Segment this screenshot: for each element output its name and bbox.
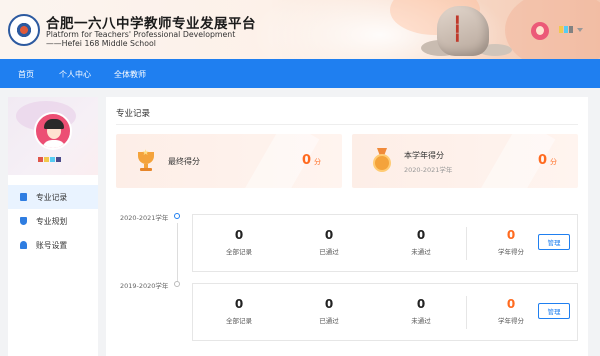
stat-year-score: 0 学年得分 [481,228,541,256]
divider [466,227,467,260]
stat-value: 0 [234,228,244,242]
score-sublabel: 2020-2021学年 [404,166,453,174]
nav-item-home[interactable]: 首页 [18,69,34,80]
year-record-card: 0 全部记录 0 已通过 0 未通过 0 学年得分 管理 [192,283,578,341]
timeline-year: 2020-2021学年 [120,214,169,222]
color-swatch [56,157,61,162]
stat-label: 学年得分 [498,248,524,256]
color-swatch [559,26,563,33]
stat-label: 全部记录 [226,248,252,256]
sidebar: 专业记录 专业规划 账号设置 [8,97,98,356]
year-record-card: 0 全部记录 0 已通过 0 未通过 0 学年得分 管理 [192,214,578,272]
stat-rejected: 0 未通过 [391,228,451,256]
header-banner: ▌ ▌ ▌ 合肥一六八中学教师专业发展平台 Platform for Teacher… [0,0,600,59]
stat-value: 0 [506,297,516,311]
top-nav: 首页 个人中心 全体教师 [0,59,600,88]
timeline-dot [174,281,180,287]
sidebar-item-professional-planning[interactable]: 专业规划 [8,209,98,233]
score-label: 本学年得分 [404,151,444,160]
timeline-dot [174,213,180,219]
color-swatch [564,26,568,33]
section-title: 专业记录 [116,109,151,119]
main-panel: 专业记录 ★ 最终得分 0 分 本学年得分 2020-2021学年 0 分 20… [106,97,588,356]
sidebar-item-label: 账号设置 [36,240,68,250]
nav-item-all-teachers[interactable]: 全体教师 [114,69,146,80]
final-score-card: ★ 最终得分 0 分 [116,134,342,188]
profile-header [8,97,98,175]
sidebar-menu: 专业记录 专业规划 账号设置 [8,185,98,257]
stat-approved: 0 已通过 [299,297,359,325]
shield-icon [20,217,27,225]
timeline-year: 2019-2020学年 [120,282,169,290]
banner-decoration [505,0,600,59]
stat-all-records: 0 全部记录 [209,297,269,325]
nav-item-personal-center[interactable]: 个人中心 [59,69,91,80]
banner-rock: ▌ ▌ ▌ [437,6,489,56]
sidebar-item-professional-records[interactable]: 专业记录 [8,185,98,209]
school-emblem-icon[interactable] [8,14,40,46]
stat-label: 已通过 [319,317,339,325]
site-subtitle-en: Platform for Teachers' Professional Deve… [46,30,236,39]
year-score-card: 本学年得分 2020-2021学年 0 分 [352,134,578,188]
user-icon [20,241,27,249]
score-unit: 分 [314,158,321,166]
timeline-line [176,223,178,283]
site-subtitle-school: ——Hefei 168 Middle School [46,39,156,48]
divider [116,124,578,125]
score-unit: 分 [550,158,557,166]
stat-label: 已通过 [319,248,339,256]
user-menu-toggle[interactable] [559,26,583,33]
stat-label: 全部记录 [226,317,252,325]
profile-badges [38,157,61,162]
site-title: 合肥一六八中学教师专业发展平台 [46,16,256,32]
stat-value: 0 [324,297,334,311]
color-swatch [569,26,573,33]
score-label: 最终得分 [168,157,200,166]
manage-button[interactable]: 管理 [538,234,570,250]
stat-year-score: 0 学年得分 [481,297,541,325]
stat-value: 0 [416,297,426,311]
stat-label: 学年得分 [498,317,524,325]
stat-value: 0 [416,228,426,242]
stat-value: 0 [234,297,244,311]
trophy-icon: ★ [134,149,158,173]
divider [466,296,467,329]
avatar[interactable] [34,112,72,150]
color-swatch [44,157,49,162]
stat-label: 未通过 [411,248,431,256]
color-swatch [50,157,55,162]
document-icon [20,193,27,201]
sidebar-item-label: 专业记录 [36,192,68,202]
score-value: 0 [302,153,312,168]
score-value: 0 [538,153,548,168]
stat-label: 未通过 [411,317,431,325]
stat-all-records: 0 全部记录 [209,228,269,256]
medal-icon [370,148,394,174]
stat-rejected: 0 未通过 [391,297,451,325]
color-swatch [38,157,43,162]
stat-value: 0 [324,228,334,242]
sidebar-item-label: 专业规划 [36,216,68,226]
chevron-down-icon [577,27,583,32]
user-avatar-icon[interactable] [531,22,549,40]
manage-button[interactable]: 管理 [538,303,570,319]
stat-approved: 0 已通过 [299,228,359,256]
sidebar-item-account-settings[interactable]: 账号设置 [8,233,98,257]
stat-value: 0 [506,228,516,242]
